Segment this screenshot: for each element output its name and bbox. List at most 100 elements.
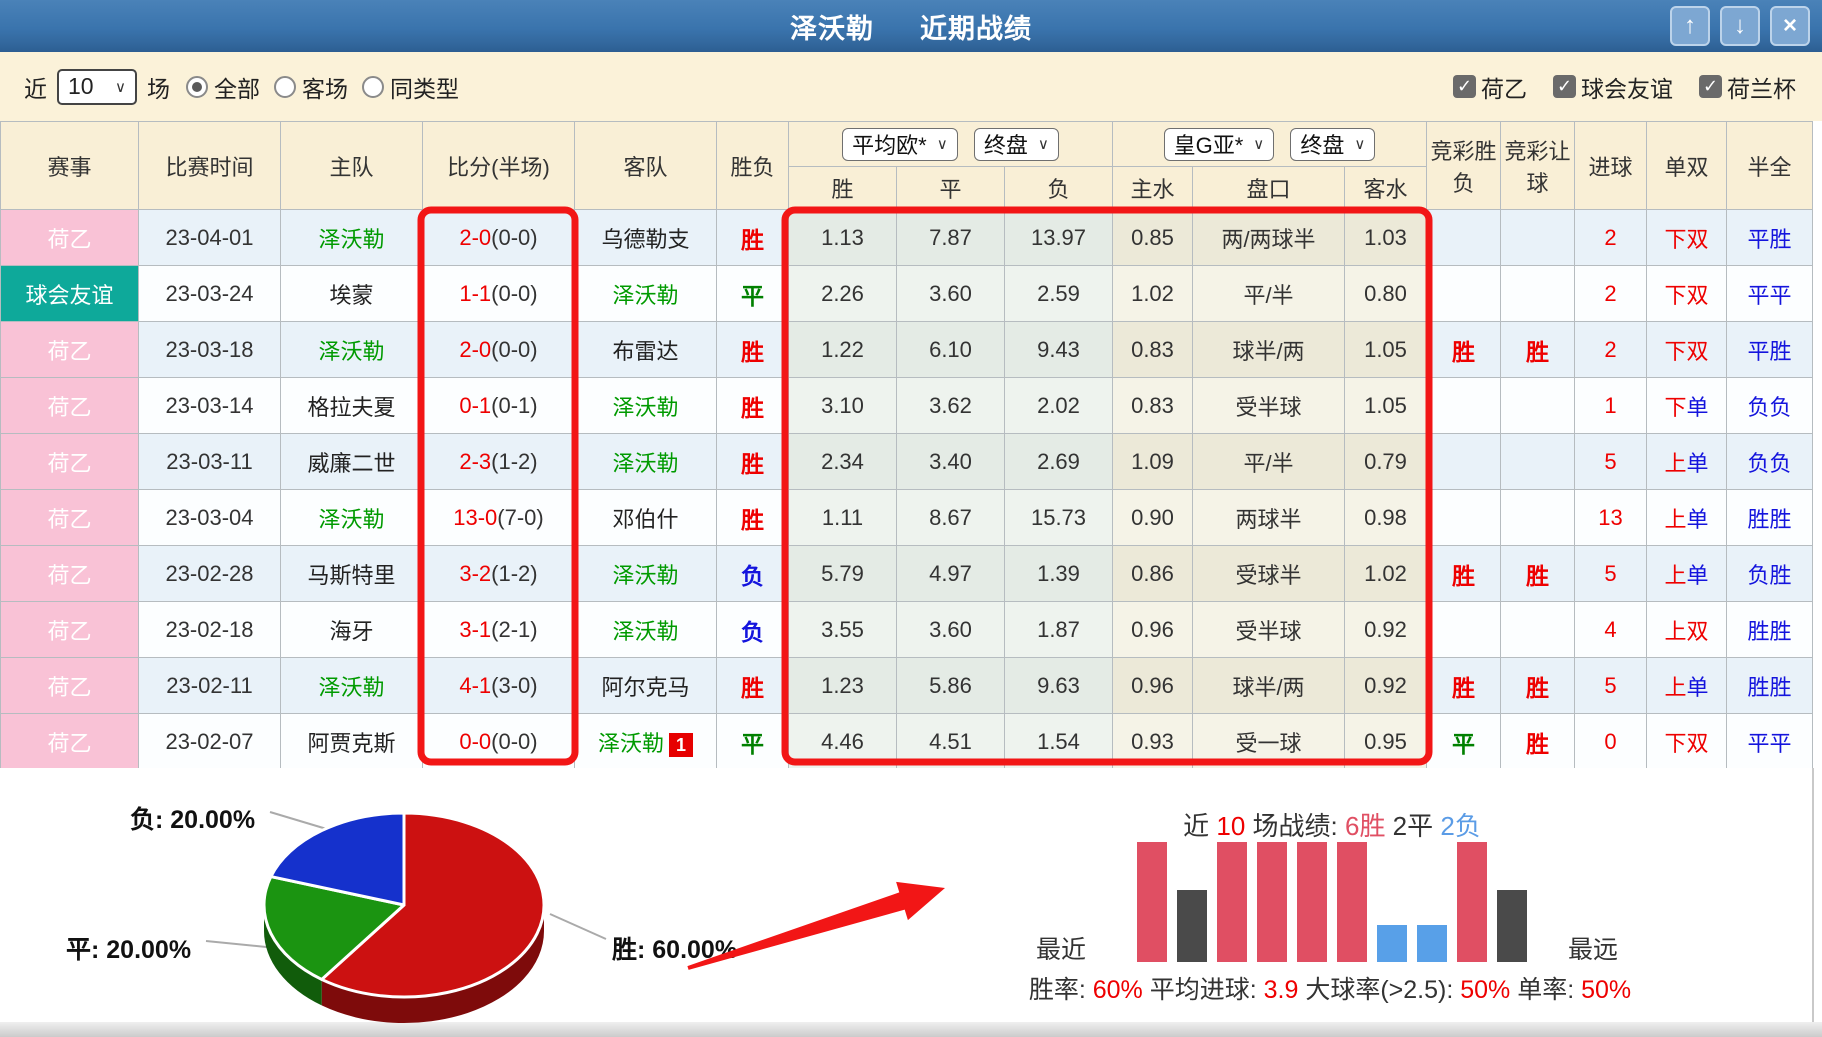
jc-wdl-text: 胜 (1452, 339, 1475, 365)
cell-odds-loss: 15.73 (1005, 490, 1113, 546)
odd-even-text: 下 (1664, 731, 1686, 756)
far-end-label: 最远 (1568, 930, 1618, 966)
cell-league: 荷乙 (1, 322, 139, 378)
scroll-up-button[interactable]: ↑ (1670, 6, 1710, 46)
scope-radio-2[interactable]: 同类型 (362, 70, 459, 104)
cell-goals: 4 (1575, 602, 1647, 658)
cell-goals: 1 (1575, 378, 1647, 434)
cell-score: 0-0(0-0) (423, 714, 575, 770)
check-icon: ✓ (1453, 75, 1476, 98)
cell-jc-handicap (1501, 602, 1575, 658)
jc-wdl-text: 胜 (1452, 563, 1475, 589)
score-halftime: (3-0) (491, 673, 537, 698)
cell-away-team: 泽沃勒 (575, 602, 717, 658)
odds-stage-select[interactable]: 终盘 ∨ (974, 128, 1059, 161)
result-text: 平 (741, 731, 764, 757)
table-row: 荷乙23-03-11威廉二世2-3(1-2)泽沃勒胜2.343.402.691.… (1, 434, 1813, 490)
league-checkbox-2[interactable]: ✓荷兰杯 (1699, 70, 1796, 104)
league-checkbox-0[interactable]: ✓荷乙 (1453, 70, 1527, 104)
scroll-down-button[interactable]: ↓ (1720, 6, 1760, 46)
cell-handicap: 球半/两 (1193, 658, 1345, 714)
cell-odd-even: 上单 (1647, 434, 1727, 490)
league-checkbox-1[interactable]: ✓球会友谊 (1553, 70, 1673, 104)
col-header-away: 客队 (575, 122, 717, 210)
subcol-loss: 负 (1005, 167, 1113, 210)
chevron-down-icon: ∨ (1354, 135, 1365, 153)
odd-even-text: 双 (1687, 227, 1709, 252)
odds-source-select[interactable]: 平均欧* ∨ (842, 128, 958, 161)
half-full-text: 胜胜 (1747, 507, 1791, 532)
cell-away-team: 泽沃勒 (575, 546, 717, 602)
cell-away-water: 0.95 (1345, 714, 1427, 770)
cell-home-water: 0.96 (1113, 602, 1193, 658)
asia-source-select[interactable]: 皇G亚* ∨ (1164, 128, 1275, 161)
cell-away-team: 布雷达 (575, 322, 717, 378)
team-name: 乌德勒支 (601, 227, 689, 252)
cell-league: 荷乙 (1, 210, 139, 266)
score-halftime: (0-0) (491, 281, 537, 306)
table-row: 球会友谊23-03-24埃蒙1-1(0-0)泽沃勒平2.263.602.591.… (1, 266, 1813, 322)
cell-odd-even: 下双 (1647, 210, 1727, 266)
odd-even-text: 单 (1687, 675, 1709, 700)
cell-home-team: 格拉夫夏 (281, 378, 423, 434)
cell-result: 平 (717, 714, 789, 770)
col-header-result: 胜负 (717, 122, 789, 210)
check-icon: ✓ (1553, 75, 1576, 98)
bar-chart-title: 近 10 场战绩: 6胜 2平 2负 (1117, 806, 1547, 843)
score-halftime: (7-0) (497, 505, 543, 530)
window-buttons: ↑↓× (1670, 6, 1810, 46)
cell-odds-win: 4.46 (789, 714, 897, 770)
cell-result: 负 (717, 602, 789, 658)
table-row: 荷乙23-03-14格拉夫夏0-1(0-1)泽沃勒胜3.103.622.020.… (1, 378, 1813, 434)
scope-radio-0[interactable]: 全部 (186, 70, 260, 104)
cell-score: 2-0(0-0) (423, 210, 575, 266)
cell-odds-loss: 2.69 (1005, 434, 1113, 490)
chevron-down-icon: ∨ (1038, 135, 1049, 153)
asia-group-header: 皇G亚* ∨ 终盘 ∨ (1113, 122, 1427, 167)
cell-handicap: 球半/两 (1193, 322, 1345, 378)
cell-jc-handicap: 胜 (1501, 714, 1575, 770)
radio-icon (186, 76, 208, 98)
section-right-border (1812, 768, 1814, 1022)
cell-score: 1-1(0-0) (423, 266, 575, 322)
cell-odds-draw: 5.86 (897, 658, 1005, 714)
goals-text: 5 (1604, 673, 1616, 698)
cell-odds-win: 2.34 (789, 434, 897, 490)
goals-text: 0 (1604, 729, 1616, 754)
col-header-goals: 进球 (1575, 122, 1647, 210)
team-name: 阿尔克马 (601, 675, 689, 700)
asia-stage-select[interactable]: 终盘 ∨ (1290, 128, 1375, 161)
close-button[interactable]: × (1770, 6, 1810, 46)
score-halftime: (2-1) (491, 617, 537, 642)
radio-icon (274, 76, 296, 98)
cell-odd-even: 下双 (1647, 322, 1727, 378)
cell-odds-win: 1.13 (789, 210, 897, 266)
cell-away-water: 1.05 (1345, 378, 1427, 434)
near-label: 近 (24, 70, 47, 104)
half-full-text: 平平 (1747, 283, 1791, 308)
cell-home-team: 马斯特里 (281, 546, 423, 602)
jc-handicap-text: 胜 (1526, 339, 1549, 365)
cell-goals: 2 (1575, 266, 1647, 322)
cell-jc-handicap: 胜 (1501, 322, 1575, 378)
col-header-jc-wdl: 竞彩胜负 (1427, 122, 1501, 210)
score-fulltime: 4-1 (459, 673, 491, 698)
cell-odd-even: 上单 (1647, 490, 1727, 546)
half-full-text: 平胜 (1747, 227, 1791, 252)
cell-handicap: 受半球 (1193, 602, 1345, 658)
scope-radio-1[interactable]: 客场 (274, 70, 348, 104)
cell-jc-handicap (1501, 266, 1575, 322)
cell-odds-loss: 9.63 (1005, 658, 1113, 714)
team-name: 威廉二世 (307, 451, 395, 476)
cell-jc-handicap (1501, 378, 1575, 434)
cell-away-team: 泽沃勒1 (575, 714, 717, 770)
goals-text: 5 (1604, 561, 1616, 586)
cell-date: 23-03-11 (139, 434, 281, 490)
goals-text: 1 (1604, 393, 1616, 418)
cell-away-water: 1.05 (1345, 322, 1427, 378)
odd-even-text: 下 (1664, 227, 1686, 252)
cell-jc-wdl (1427, 434, 1501, 490)
match-count-select[interactable]: 10 ∨ (57, 69, 137, 105)
odds-group-header: 平均欧* ∨ 终盘 ∨ (789, 122, 1113, 167)
chevron-down-icon: ∨ (115, 78, 126, 96)
